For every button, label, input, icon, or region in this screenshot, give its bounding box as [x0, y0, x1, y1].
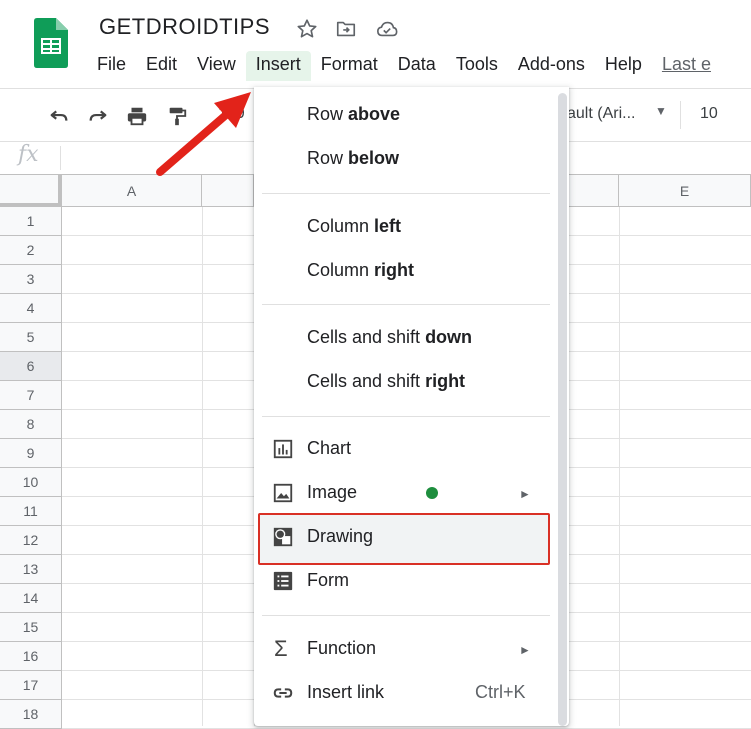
document-title[interactable]: GETDROIDTIPS	[99, 14, 270, 40]
menu-item-drawing[interactable]: Drawing	[307, 526, 373, 547]
row-header[interactable]: 13	[0, 555, 62, 584]
drawing-icon	[273, 527, 293, 547]
row-header[interactable]: 5	[0, 323, 62, 352]
row-header[interactable]: 2	[0, 236, 62, 265]
row-header[interactable]: 14	[0, 584, 62, 613]
menu-item-row-above[interactable]: Row above	[307, 104, 400, 125]
row-header[interactable]: 18	[0, 700, 62, 729]
row-header[interactable]: 10	[0, 468, 62, 497]
row-header[interactable]: 7	[0, 381, 62, 410]
menu-item-row-below[interactable]: Row below	[307, 148, 399, 169]
print-icon[interactable]	[126, 105, 148, 127]
insert-link-shortcut: Ctrl+K	[475, 682, 526, 702]
star-icon[interactable]	[296, 18, 318, 40]
new-feature-dot	[426, 487, 438, 499]
redo-icon[interactable]	[87, 105, 109, 127]
row-header[interactable]: 17	[0, 671, 62, 700]
insert-menu-dropdown	[254, 87, 569, 726]
row-header[interactable]: 3	[0, 265, 62, 294]
menu-tools[interactable]: Tools	[446, 51, 508, 81]
move-folder-icon[interactable]	[335, 18, 357, 40]
menu-addons[interactable]: Add-ons	[508, 51, 595, 81]
sigma-icon: Σ	[274, 636, 288, 661]
row-header[interactable]: 4	[0, 294, 62, 323]
menu-view[interactable]: View	[187, 51, 246, 81]
grid-column-line	[202, 207, 203, 726]
menu-divider	[262, 615, 550, 616]
menu-item-form[interactable]: Form	[307, 570, 349, 591]
red-annotation-arrow-icon	[156, 92, 251, 176]
menu-item-column-left[interactable]: Column left	[307, 216, 401, 237]
menu-item-insert-link[interactable]: Insert link	[307, 682, 384, 703]
chart-icon	[273, 439, 293, 459]
menu-item-cells-shift-down[interactable]: Cells and shift down	[307, 327, 472, 348]
menu-file[interactable]: File	[87, 51, 136, 81]
select-all-corner[interactable]	[0, 175, 62, 207]
column-header-e[interactable]: E	[619, 175, 751, 207]
toolbar-divider	[680, 101, 681, 129]
font-dropdown-icon[interactable]: ▼	[655, 104, 667, 118]
formula-divider	[60, 146, 61, 170]
row-header[interactable]: 8	[0, 410, 62, 439]
row-header[interactable]: 12	[0, 526, 62, 555]
drawing-highlight-box	[258, 513, 550, 565]
link-icon	[273, 688, 293, 698]
menu-insert[interactable]: Insert	[245, 51, 311, 81]
menu-bar: File Edit View Insert Format Data Tools …	[87, 51, 721, 81]
column-header-d[interactable]	[569, 175, 619, 207]
submenu-arrow-icon: ►	[519, 487, 531, 501]
menu-help[interactable]: Help	[595, 51, 652, 81]
menu-item-cells-shift-right[interactable]: Cells and shift right	[307, 371, 465, 392]
row-header[interactable]: 16	[0, 642, 62, 671]
font-size-field[interactable]: 10	[700, 105, 718, 123]
menu-edit[interactable]: Edit	[136, 51, 187, 81]
cloud-saved-icon[interactable]	[376, 18, 398, 40]
grid-column-line	[619, 207, 620, 726]
menu-data[interactable]: Data	[388, 51, 446, 81]
row-header[interactable]: 9	[0, 439, 62, 468]
menu-item-function[interactable]: Function	[307, 638, 376, 659]
row-header[interactable]: 6	[0, 352, 62, 381]
font-select[interactable]: ault (Ari...	[567, 105, 635, 123]
row-header[interactable]: 15	[0, 613, 62, 642]
menu-item-chart[interactable]: Chart	[307, 438, 351, 459]
menu-divider	[262, 193, 550, 194]
form-icon	[273, 571, 293, 591]
menu-divider	[262, 304, 550, 305]
menu-scrollbar[interactable]	[558, 93, 567, 726]
last-edit-link[interactable]: Last e	[652, 51, 721, 81]
menu-format[interactable]: Format	[311, 51, 388, 81]
fx-icon: fx	[18, 142, 39, 167]
menu-divider	[262, 416, 550, 417]
row-header[interactable]: 1	[0, 207, 62, 236]
row-header[interactable]: 11	[0, 497, 62, 526]
submenu-arrow-icon: ►	[519, 643, 531, 657]
image-icon	[273, 483, 293, 503]
menu-item-image[interactable]: Image	[307, 482, 357, 503]
undo-icon[interactable]	[48, 105, 70, 127]
menu-item-column-right[interactable]: Column right	[307, 260, 414, 281]
sheets-logo-icon[interactable]	[32, 18, 68, 68]
